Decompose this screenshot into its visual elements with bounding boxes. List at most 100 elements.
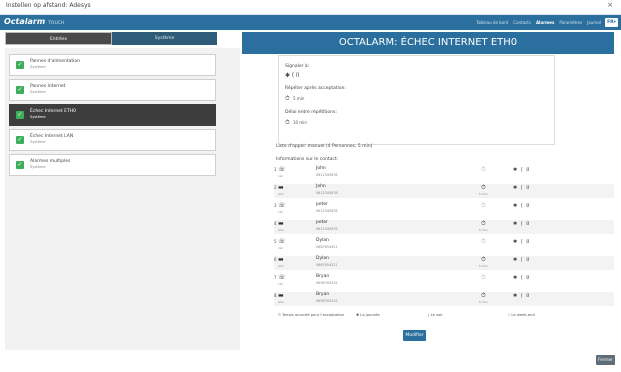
contact-row[interactable]: 6 ▬ sms Dylan 0687654321 ⏱ 5 min ✱ ( ⌷ [274, 256, 614, 270]
logo-sub: TOUCH [48, 21, 65, 26]
clock-icon: ⏱ [285, 119, 290, 126]
schedule-options[interactable]: ✱ ( ⌷ [513, 167, 530, 173]
contact-phone: 0612345678 [316, 173, 338, 177]
clock-icon[interactable]: ⏱ [481, 166, 486, 174]
device-label: call [278, 210, 283, 214]
window-title: Instellen op afstand: Adesys [6, 2, 91, 9]
contact-phone: 0612345678 [316, 227, 338, 231]
schedule-options[interactable]: ✱ ( ⌷ [513, 293, 530, 299]
clock-icon[interactable]: ⏱ [481, 220, 486, 228]
clock-icon[interactable]: ⏱ [481, 274, 486, 282]
alarm-list-panel: ✓ Pannes d'alimentation Système ✓ Pannes… [5, 48, 240, 350]
modifier-button[interactable]: Modifier [403, 330, 426, 341]
check-icon: ✓ [16, 86, 24, 94]
legend-temps: ⏱ Temps accordé pour l'acceptation [278, 313, 345, 317]
row-number: 2 [274, 185, 277, 190]
alarm-sub: Système [30, 165, 46, 169]
contact-row[interactable]: 3 ☏ call peter 0612345678 ⏱ ✱ ( ⌷ [274, 202, 614, 216]
device-label: sms [278, 264, 284, 268]
check-icon: ✓ [16, 161, 24, 169]
clock-icon[interactable]: ⏱ [481, 202, 486, 210]
contact-row[interactable]: 4 ▬ sms peter 0612345678 ⏱ 5 min ✱ ( ⌷ [274, 220, 614, 234]
contact-phone: 0612345678 [316, 191, 338, 195]
alarm-sub: Système [30, 140, 46, 144]
alarm-title: Alarmes multiples [30, 159, 71, 164]
contact-row[interactable]: 1 ☏ call John 0612345678 ⏱ ✱ ( ⌷ [274, 166, 614, 180]
nav-item[interactable]: Journal [587, 20, 601, 25]
nav-item-current[interactable]: Alarmes [536, 20, 554, 25]
contact-row[interactable]: 8 ▬ sms Bryan 0698765432 ⏱ 5 min ✱ ( ⌷ [274, 292, 614, 306]
alarm-title: Pannes Internet [30, 84, 66, 89]
contact-row[interactable]: 2 ▬ sms John 0612345678 ⏱ 5 min ✱ ( ⌷ [274, 184, 614, 198]
nav-item[interactable]: Tableau de bord [476, 20, 508, 25]
legend-weekend-text: Le week-end [511, 313, 535, 317]
alarm-card[interactable]: ✓ Échec Internet LAN Système [9, 129, 216, 151]
alarm-card[interactable]: ✓ Pannes Internet Système [9, 79, 216, 101]
check-icon: ✓ [16, 136, 24, 144]
clock-icon[interactable]: ⏱ [481, 256, 486, 264]
clock-icon: ⏱ [285, 95, 290, 102]
contact-name: Dylan [316, 238, 329, 243]
schedule-options[interactable]: ✱ ( ⌷ [513, 221, 530, 227]
legend-temps-text: Temps accordé pour l'acceptation [282, 313, 345, 317]
tab-entrees[interactable]: Entrées [5, 32, 112, 45]
call-list-label[interactable]: Liste d'appel: manuel (4 Personnes, 5 mi… [276, 144, 372, 149]
sms-icon: ▬ [278, 220, 284, 227]
alarm-card[interactable]: ✓ Alarmes multiples Système [9, 154, 216, 176]
contact-name: peter [316, 202, 329, 207]
alarm-sub: Système [30, 90, 46, 94]
schedule-options[interactable]: ✱ ( ⌷ [513, 239, 530, 245]
clock-icon[interactable]: ⏱ [481, 292, 486, 300]
row-number: 4 [274, 221, 277, 226]
device-label: sms [278, 192, 284, 196]
alarm-sub: Système [30, 115, 46, 119]
app-header: Octalarm TOUCH Tableau de bord Contacts A… [0, 15, 621, 30]
alarm-card-active[interactable]: ✓ Échec Internet ETH0 Système [9, 104, 216, 126]
schedule-options[interactable]: ✱ ( ⌷ [513, 257, 530, 263]
contact-name: John [316, 184, 326, 189]
legend-soir: ( Le soir [428, 313, 443, 317]
tab-systeme[interactable]: Système [112, 32, 217, 45]
legend-weekend: ⌷ Le week-end [508, 313, 535, 317]
signaler-options[interactable]: ✱ ( ⌷ [285, 72, 300, 80]
contact-row[interactable]: 7 ☏ call Bryan 0698765432 ⏱ ✱ ( ⌷ [274, 274, 614, 288]
device-label: sms [278, 300, 284, 304]
clock-icon[interactable]: ⏱ [481, 238, 486, 246]
phone-icon: ☏ [278, 274, 286, 281]
contact-row[interactable]: 5 ☏ call Dylan 0687654321 ⏱ ✱ ( ⌷ [274, 238, 614, 252]
row-number: 1 [274, 167, 277, 172]
contact-phone: 0612345678 [316, 209, 338, 213]
alarm-title: Pannes d'alimentation [30, 59, 81, 64]
device-label: call [278, 246, 283, 250]
clock-icon[interactable]: ⏱ [481, 184, 486, 192]
logo-text: Octalarm [4, 17, 46, 26]
contacts-header: Informations sur le contact: [276, 157, 339, 162]
tab-bar: Entrées Système [5, 32, 217, 45]
contact-phone: 0687654321 [316, 245, 338, 249]
delai-value[interactable]: 10 min [293, 120, 307, 125]
contact-phone: 0698765432 [316, 281, 338, 285]
language-selector[interactable]: FR▾ [605, 18, 618, 27]
delay-value: 5 min [479, 228, 488, 232]
close-icon[interactable]: × [607, 1, 613, 9]
logo: Octalarm TOUCH [4, 17, 64, 26]
repeter-value[interactable]: 5 min [293, 96, 304, 101]
delay-value: 5 min [479, 264, 488, 268]
contact-phone: 0698765432 [316, 299, 338, 303]
contact-name: John [316, 166, 326, 171]
schedule-options[interactable]: ✱ ( ⌷ [513, 275, 530, 281]
phone-icon: ☏ [278, 202, 286, 209]
contact-name: peter [316, 220, 329, 225]
schedule-options[interactable]: ✱ ( ⌷ [513, 185, 530, 191]
nav-item[interactable]: Contacts [513, 20, 531, 25]
alarm-card[interactable]: ✓ Pannes d'alimentation Système [9, 54, 216, 76]
page-title: OCTALARM: ÉCHEC INTERNET ETH0 [242, 32, 614, 54]
row-number: 7 [274, 275, 277, 280]
nav-item[interactable]: Paramètres [559, 20, 582, 25]
row-number: 6 [274, 257, 277, 262]
alarm-title: Échec Internet ETH0 [30, 109, 76, 114]
schedule-options[interactable]: ✱ ( ⌷ [513, 203, 530, 209]
delay-value: 5 min [479, 300, 488, 304]
fermer-button[interactable]: Fermer [596, 355, 615, 365]
row-number: 5 [274, 239, 277, 244]
